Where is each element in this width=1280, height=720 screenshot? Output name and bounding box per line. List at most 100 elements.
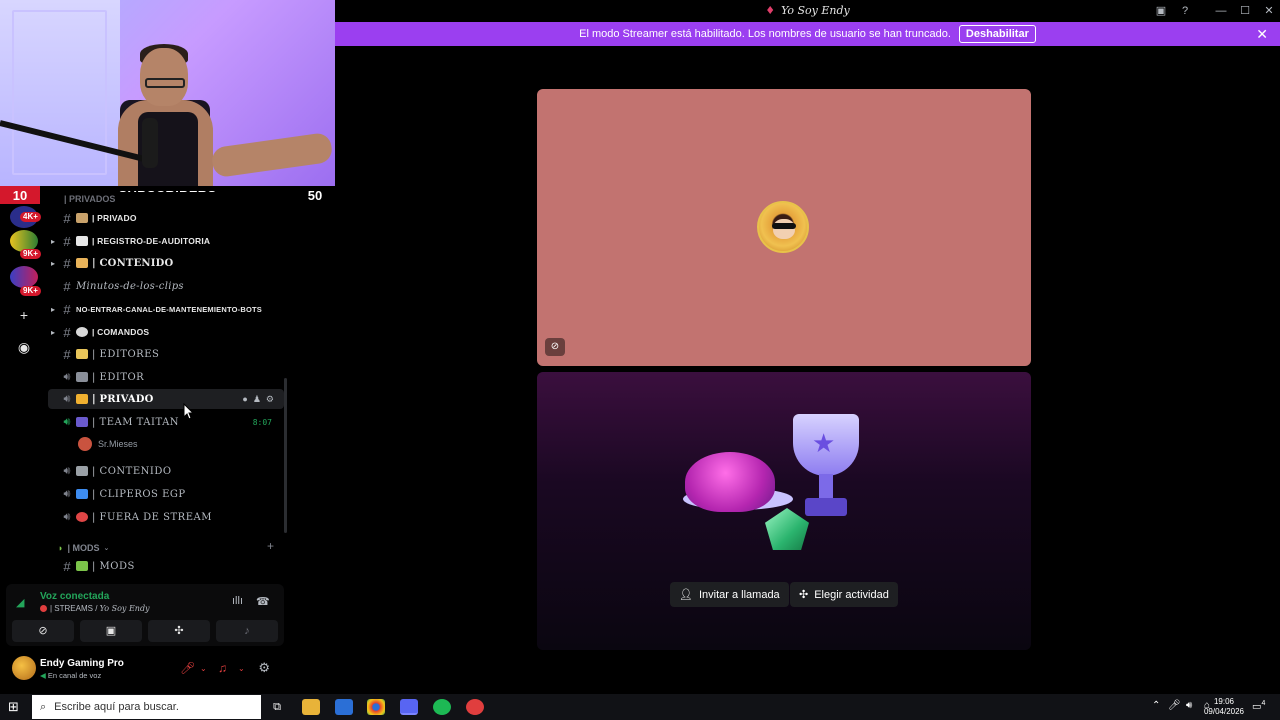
store-icon[interactable] bbox=[335, 699, 353, 715]
live-dot-icon bbox=[40, 605, 47, 613]
channel-contenido[interactable]: ▸ # | CONTENIDO bbox=[48, 253, 284, 273]
taskbar-search[interactable]: ⌕ Escribe aquí para buscar. bbox=[32, 695, 261, 719]
speaker-icon: 🔊︎ bbox=[63, 370, 71, 383]
file-explorer-icon[interactable] bbox=[302, 699, 320, 715]
category-mods[interactable]: ◗ | MODS ⌄ bbox=[58, 541, 109, 555]
speaker-icon: 🔊︎ bbox=[63, 415, 71, 428]
close-window-button[interactable]: ✕ bbox=[1261, 3, 1277, 19]
volume-icon[interactable]: 🔊︎ bbox=[1186, 700, 1192, 711]
speaker-icon: 🔊︎ bbox=[63, 487, 71, 500]
voice-channel-editor[interactable]: 🔊︎ | EDITOR bbox=[48, 367, 284, 387]
notifications-icon[interactable]: ▭4 bbox=[1252, 700, 1265, 712]
text-channel-icon: # bbox=[63, 278, 71, 294]
voice-channel-path[interactable]: | STREAMS / Yo Soy Endy bbox=[40, 604, 150, 613]
speaker-icon: 🔊︎ bbox=[63, 392, 71, 405]
minimize-button[interactable]: — bbox=[1213, 3, 1229, 19]
voice-timer: 8:07 bbox=[252, 417, 272, 427]
add-channel-icon[interactable]: + bbox=[267, 539, 274, 553]
search-icon: ⌕ bbox=[40, 700, 47, 713]
noise-suppression-icon[interactable]: ıllı bbox=[232, 595, 243, 607]
streamer-mode-message: El modo Streamer está habilitado. Los no… bbox=[579, 28, 951, 40]
server-rail: 4K+ 9K+ 9K+ + ◉ bbox=[0, 204, 48, 584]
signal-icon[interactable]: ◢ bbox=[16, 596, 24, 609]
chevron-down-icon[interactable]: ⌄ bbox=[200, 664, 207, 673]
voice-member[interactable]: Sr.Mieses bbox=[78, 435, 138, 453]
close-banner-icon[interactable]: ✕ bbox=[1256, 26, 1268, 43]
voice-channel-privado[interactable]: 🔊︎ | PRIVADO ● ♟ ⚙ bbox=[48, 389, 284, 409]
camera-off-button[interactable]: ⊘ bbox=[12, 620, 74, 642]
emoji-icon bbox=[76, 258, 88, 268]
mouse-cursor-icon bbox=[183, 403, 195, 420]
subscriber-goal-current: 10 bbox=[0, 186, 40, 204]
invite-icon[interactable]: ♟ bbox=[253, 394, 261, 405]
microphone-icon[interactable]: 🎤︎ bbox=[1168, 700, 1181, 711]
spotify-icon[interactable] bbox=[433, 699, 451, 715]
avatar bbox=[78, 437, 92, 451]
window-title: ♦ Yo Soy Endy bbox=[765, 4, 850, 17]
soundboard-button[interactable]: ♪ bbox=[216, 620, 278, 642]
emoji-icon bbox=[76, 417, 88, 427]
channel-scrollbar[interactable] bbox=[284, 378, 287, 533]
channel-no-entrar-bots[interactable]: ▸ # NO-ENTRAR-CANAL-DE-MANTENEMIENTO-BOTS bbox=[48, 299, 284, 319]
channel-comandos[interactable]: ▸ # | COMANDOS bbox=[48, 322, 284, 342]
username[interactable]: Endy Gaming Pro bbox=[40, 658, 124, 669]
choose-activity-button[interactable]: ✣ Elegir actividad bbox=[790, 582, 898, 607]
thread-arrow-icon: ▸ bbox=[50, 327, 55, 337]
text-channel-icon: # bbox=[63, 255, 71, 271]
help-icon[interactable]: ? bbox=[1177, 3, 1193, 19]
text-channel-icon: # bbox=[63, 301, 71, 317]
discord-icon[interactable] bbox=[400, 699, 418, 715]
participant-tile[interactable]: ⊘ bbox=[537, 89, 1031, 366]
voice-connection-panel: ◢ Voz conectada | STREAMS / Yo Soy Endy … bbox=[6, 584, 284, 646]
inbox-icon[interactable]: ▣ bbox=[1153, 3, 1169, 19]
activity-icon: ✣ bbox=[799, 589, 809, 601]
task-view-icon[interactable]: ⧉ bbox=[268, 699, 286, 715]
category-privados[interactable]: | PRIVADOS bbox=[64, 194, 115, 204]
explore-servers-icon[interactable]: ◉ bbox=[14, 337, 34, 357]
headphones-deafened-icon[interactable]: ♫ bbox=[218, 661, 227, 675]
add-server-icon[interactable]: + bbox=[14, 305, 34, 325]
user-status: ◀ En canal de voz bbox=[40, 671, 102, 680]
camera-off-icon: ⊘ bbox=[545, 338, 565, 356]
app-icon[interactable] bbox=[466, 699, 484, 715]
avatar[interactable] bbox=[12, 656, 36, 680]
emoji-icon bbox=[76, 561, 88, 571]
settings-gear-icon[interactable]: ⚙ bbox=[258, 660, 270, 676]
taskbar-clock[interactable]: 19:06 09/04/2026 bbox=[1204, 697, 1244, 717]
mic-muted-icon[interactable]: 🎤︎ bbox=[180, 661, 195, 675]
discord-window: 10 SUBSCRIBERS 50 ♦Yo Soy Endy ▣ ? — ☐ ✕… bbox=[0, 0, 1280, 720]
voice-channel-contenido[interactable]: 🔊︎ | CONTENIDO bbox=[48, 461, 284, 481]
voice-channel-team-taitan[interactable]: 🔊︎ | TEAM TAITAN 8:07 bbox=[48, 412, 284, 432]
windows-start-icon[interactable]: ⊞ bbox=[8, 699, 19, 715]
chat-icon[interactable]: ● bbox=[242, 394, 247, 405]
activity-tile: ★ bbox=[537, 372, 1031, 650]
channel-minutos-de-los-clips[interactable]: # Minutos-de-los-clips bbox=[48, 276, 284, 296]
user-panel: Endy Gaming Pro ◀ En canal de voz 🎤︎ ⌄ ♫… bbox=[6, 650, 284, 688]
emoji-icon bbox=[76, 372, 88, 382]
emoji-icon bbox=[76, 489, 88, 499]
channel-editores[interactable]: # | EDITORES bbox=[48, 344, 284, 364]
thread-arrow-icon: ▸ bbox=[50, 258, 55, 268]
streamer-mode-banner: El modo Streamer está habilitado. Los no… bbox=[335, 22, 1280, 46]
gear-icon[interactable]: ⚙ bbox=[266, 394, 274, 405]
disable-streamer-mode-button[interactable]: Deshabilitar bbox=[958, 25, 1036, 43]
channel-mods[interactable]: # | MODS bbox=[48, 556, 284, 576]
emoji-icon bbox=[76, 236, 88, 246]
emoji-icon bbox=[76, 466, 88, 476]
chevron-down-icon[interactable]: ⌄ bbox=[238, 664, 245, 673]
invite-to-call-button[interactable]: 👤︎ Invitar a llamada bbox=[670, 582, 789, 607]
voice-status[interactable]: Voz conectada bbox=[40, 591, 109, 602]
share-screen-button[interactable]: ▣ bbox=[80, 620, 142, 642]
text-channel-icon: # bbox=[63, 233, 71, 249]
voice-channel-cliperos-egp[interactable]: 🔊︎ | CLIPEROS EGP bbox=[48, 484, 284, 504]
server-icon[interactable] bbox=[10, 266, 38, 288]
disconnect-icon[interactable]: ☎ bbox=[256, 595, 270, 608]
voice-channel-fuera-de-stream[interactable]: 🔊︎ | FUERA DE STREAM bbox=[48, 507, 284, 527]
tray-chevron-icon[interactable]: ⌃ bbox=[1152, 700, 1160, 711]
activities-button[interactable]: ✣ bbox=[148, 620, 210, 642]
channel-privado[interactable]: # | PRIVADO bbox=[48, 208, 284, 228]
channel-registro-de-auditoria[interactable]: ▸ # | REGISTRO-DE-AUDITORIA bbox=[48, 231, 284, 251]
chrome-icon[interactable] bbox=[367, 699, 385, 715]
voice-status-icon: ◀ bbox=[40, 671, 48, 680]
maximize-button[interactable]: ☐ bbox=[1237, 3, 1253, 19]
